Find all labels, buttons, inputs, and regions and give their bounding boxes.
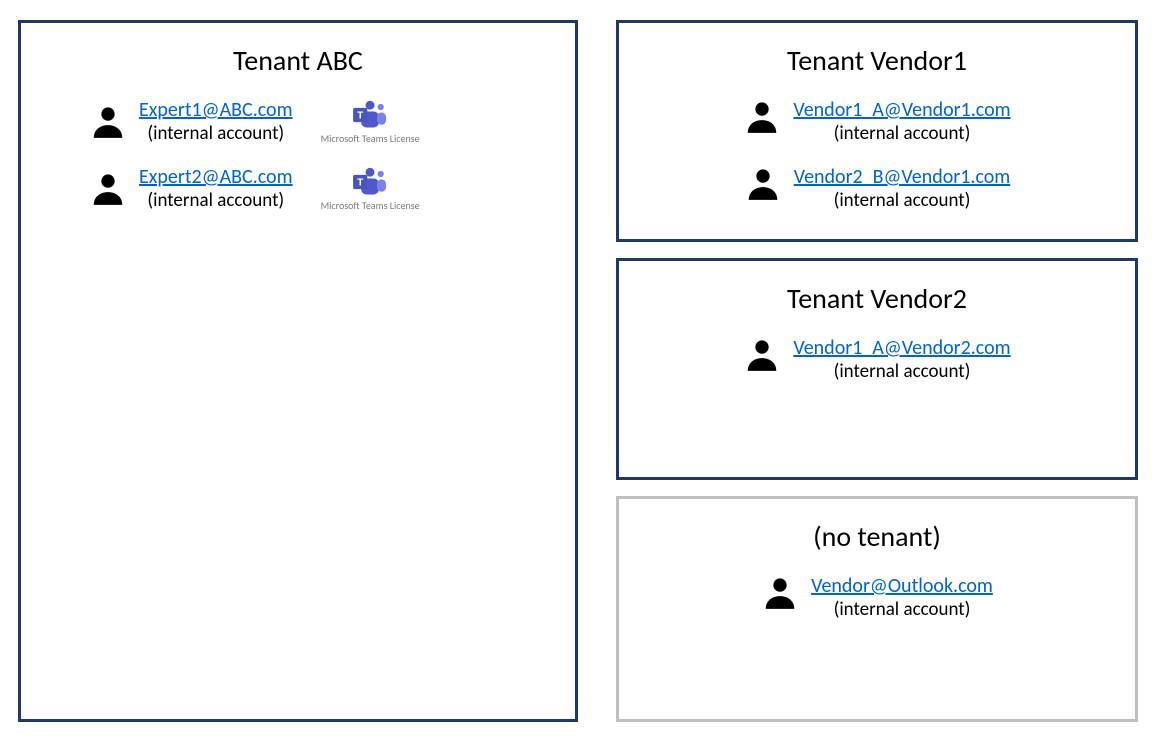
account-type-label: (internal account) <box>139 189 293 212</box>
teams-license-badge: T Microsoft Teams License <box>321 99 420 144</box>
email-link[interactable]: Vendor1_A@Vendor1.com <box>793 98 1010 122</box>
teams-license-badge: T Microsoft Teams License <box>321 166 420 211</box>
email-link[interactable]: Vendor1_A@Vendor2.com <box>793 336 1010 360</box>
email-link[interactable]: Vendor@Outlook.com <box>811 574 993 598</box>
tenant-title: Tenant ABC <box>41 43 555 78</box>
svg-text:T: T <box>357 178 363 189</box>
user-info: Vendor1_A@Vendor2.com (internal account) <box>793 336 1010 383</box>
tenant-box-notenant: (no tenant) Vendor@Outlook.com (internal… <box>616 496 1138 722</box>
user-row: Expert1@ABC.com (internal account) T Mic… <box>89 98 525 145</box>
user-list: Vendor@Outlook.com (internal account) <box>639 574 1115 621</box>
person-icon <box>89 103 127 141</box>
account-type-label: (internal account) <box>139 122 293 145</box>
account-type-label: (internal account) <box>793 122 1010 145</box>
teams-license-label: Microsoft Teams License <box>321 133 420 144</box>
user-list: Expert1@ABC.com (internal account) T Mic… <box>41 98 555 212</box>
user-info: Vendor2_B@Vendor1.com (internal account) <box>794 165 1011 212</box>
teams-license-label: Microsoft Teams License <box>321 200 420 211</box>
person-icon <box>743 98 781 136</box>
microsoft-teams-icon: T <box>350 99 390 131</box>
tenant-title: Tenant Vendor1 <box>639 43 1115 78</box>
person-icon <box>761 574 799 612</box>
tenant-title: (no tenant) <box>639 519 1115 554</box>
user-row: Vendor1_A@Vendor2.com (internal account) <box>639 336 1115 383</box>
user-info: Expert2@ABC.com (internal account) <box>139 165 293 212</box>
account-type-label: (internal account) <box>794 189 1011 212</box>
tenant-box-vendor1: Tenant Vendor1 Vendor1_A@Vendor1.com (in… <box>616 20 1138 242</box>
person-icon <box>744 165 782 203</box>
svg-text:T: T <box>357 111 363 122</box>
person-icon <box>89 170 127 208</box>
user-list: Vendor1_A@Vendor1.com (internal account)… <box>639 98 1115 212</box>
account-type-label: (internal account) <box>793 360 1010 383</box>
user-info: Vendor1_A@Vendor1.com (internal account) <box>793 98 1010 145</box>
tenant-box-vendor2: Tenant Vendor2 Vendor1_A@Vendor2.com (in… <box>616 258 1138 480</box>
email-link[interactable]: Expert1@ABC.com <box>139 98 293 122</box>
person-icon <box>743 336 781 374</box>
user-row: Vendor1_A@Vendor1.com (internal account) <box>639 98 1115 145</box>
email-link[interactable]: Vendor2_B@Vendor1.com <box>794 165 1011 189</box>
user-row: Vendor@Outlook.com (internal account) <box>639 574 1115 621</box>
user-row: Vendor2_B@Vendor1.com (internal account) <box>639 165 1115 212</box>
user-row: Expert2@ABC.com (internal account) T Mic… <box>89 165 525 212</box>
account-type-label: (internal account) <box>811 598 993 621</box>
tenant-box-abc: Tenant ABC Expert1@ABC.com (internal acc… <box>18 20 578 722</box>
user-info: Expert1@ABC.com (internal account) <box>139 98 293 145</box>
tenant-title: Tenant Vendor2 <box>639 281 1115 316</box>
email-link[interactable]: Expert2@ABC.com <box>139 165 293 189</box>
user-info: Vendor@Outlook.com (internal account) <box>811 574 993 621</box>
user-list: Vendor1_A@Vendor2.com (internal account) <box>639 336 1115 383</box>
microsoft-teams-icon: T <box>350 166 390 198</box>
